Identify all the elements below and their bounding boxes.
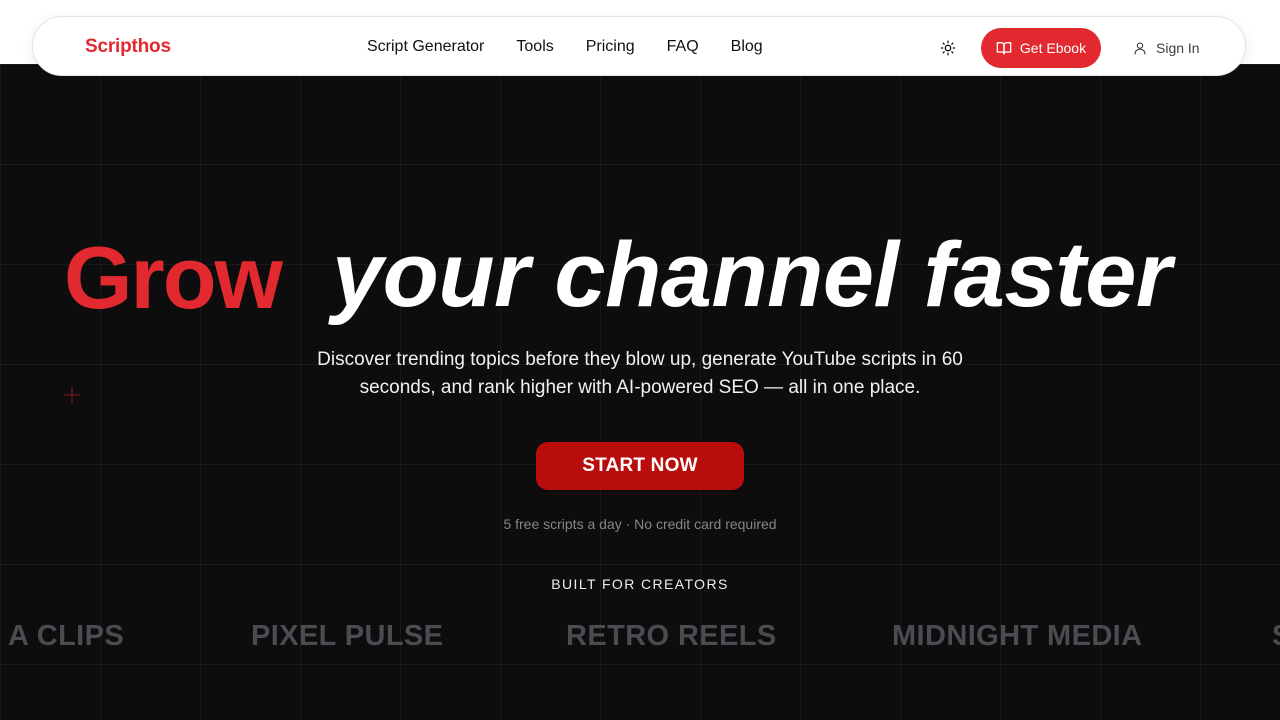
user-icon [1133, 41, 1147, 55]
creator-logos-marquee: A CLIPS PIXEL PULSE RETRO REELS MIDNIGHT… [0, 616, 1280, 656]
page: Scripthos Script Generator Tools Pricing… [0, 0, 1280, 720]
get-ebook-label: Get Ebook [1019, 40, 1087, 56]
plus-decoration-icon [64, 387, 80, 403]
creator-brand: MIDNIGHT MEDIA [892, 620, 1143, 652]
creator-brand: A CLIPS [8, 620, 125, 652]
sign-in-button[interactable]: Sign In [1133, 37, 1200, 59]
nav-link-pricing[interactable]: Pricing [586, 37, 635, 57]
nav-link-tools[interactable]: Tools [516, 37, 553, 57]
nav-link-blog[interactable]: Blog [731, 37, 763, 57]
hero-subtitle: Discover trending topics before they blo… [317, 349, 963, 398]
theme-toggle-button[interactable] [937, 37, 959, 59]
creator-brand: PIXEL PULSE [251, 620, 444, 652]
creator-brand: RETRO REELS [566, 620, 777, 652]
start-now-button[interactable]: START NOW [536, 442, 744, 490]
get-ebook-button[interactable]: Get Ebook [981, 28, 1101, 68]
nav-links: Script Generator Tools Pricing FAQ Blog [367, 37, 763, 57]
creator-brand: S [1272, 616, 1280, 656]
nav-link-script-generator[interactable]: Script Generator [367, 37, 484, 57]
nav-link-faq[interactable]: FAQ [667, 37, 699, 57]
hero-title: Grow your channel faster [0, 212, 1280, 332]
navbar: Scripthos Script Generator Tools Pricing… [32, 16, 1246, 76]
creators-heading: BUILT FOR CREATORS [551, 576, 729, 592]
sign-in-label: Sign In [1156, 40, 1200, 56]
sun-icon [940, 40, 956, 56]
book-open-icon [996, 40, 1012, 56]
logo[interactable]: Scripthos [85, 35, 171, 59]
hero-note: 5 free scripts a day · No credit card re… [503, 516, 777, 532]
hero-title-rest: your channel faster [332, 224, 1172, 326]
hero-title-highlight: Grow [64, 228, 283, 327]
